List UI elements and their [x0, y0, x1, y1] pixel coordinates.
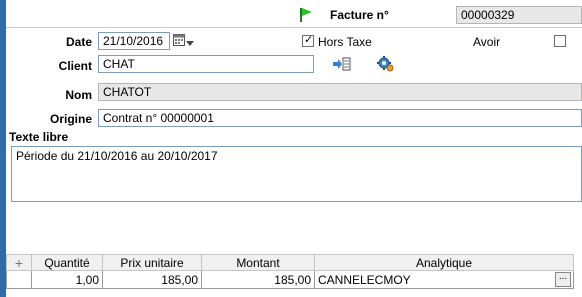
client-field[interactable]: CHAT	[98, 55, 314, 73]
avoir-checkbox[interactable]	[554, 35, 566, 47]
hors-taxe-label: Hors Taxe	[318, 35, 372, 49]
checkmark-icon: ✓	[304, 34, 314, 46]
hors-taxe-checkbox[interactable]: ✓	[302, 34, 314, 47]
col-montant-header[interactable]: Montant	[201, 254, 315, 271]
cell-quantite[interactable]: 1,00	[31, 270, 103, 289]
chevron-down-icon[interactable]	[186, 36, 194, 46]
invoice-number-field: 00000329	[456, 6, 582, 24]
window-left-border	[0, 0, 6, 297]
date-label: Date	[65, 35, 92, 49]
col-prix-header[interactable]: Prix unitaire	[102, 254, 202, 271]
origine-label: Origine	[49, 112, 92, 126]
nom-label: Nom	[65, 88, 92, 102]
table-row[interactable]: 1,00 185,00 185,00 CANNELECMOY ...	[6, 270, 574, 289]
header-divider	[6, 27, 582, 28]
gear-icon[interactable]	[377, 56, 394, 72]
add-line-button[interactable]: +	[6, 254, 32, 271]
invoice-label: Facture n°	[330, 8, 389, 22]
calendar-icon[interactable]	[173, 34, 185, 46]
avoir-label: Avoir	[473, 35, 501, 49]
col-analytique-header[interactable]: Analytique	[314, 254, 574, 271]
client-label: Client	[58, 59, 92, 73]
texte-libre-textarea[interactable]: Période du 21/10/2016 au 20/10/2017	[11, 146, 582, 202]
flag-icon	[299, 7, 313, 23]
origine-field[interactable]: Contrat n° 00000001	[98, 109, 582, 127]
cell-analytique[interactable]: CANNELECMOY ...	[314, 270, 574, 289]
nom-field: CHATOT	[98, 83, 582, 101]
table-header-row: + Quantité Prix unitaire Montant Analyti…	[6, 254, 574, 271]
client-lookup-icon[interactable]	[333, 57, 351, 71]
row-selector[interactable]	[6, 270, 32, 289]
ellipsis-button[interactable]: ...	[555, 272, 571, 287]
invoice-lines-table: + Quantité Prix unitaire Montant Analyti…	[6, 254, 574, 289]
date-field[interactable]: 21/10/2016	[98, 32, 170, 50]
col-quantite-header[interactable]: Quantité	[31, 254, 103, 271]
cell-montant[interactable]: 185,00	[201, 270, 315, 289]
cell-analytique-value: CANNELECMOY	[318, 272, 411, 287]
cell-prix[interactable]: 185,00	[102, 270, 202, 289]
texte-libre-label: Texte libre	[9, 130, 69, 144]
